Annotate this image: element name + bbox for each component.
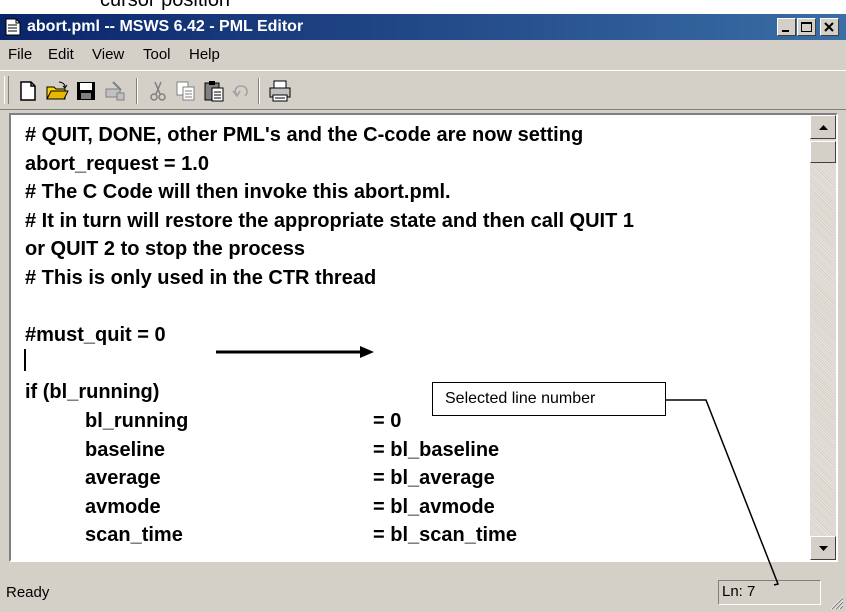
code-line: # QUIT, DONE, other PML's and the C-code… [25, 124, 584, 146]
document-icon [5, 18, 21, 36]
code-line: average = bl_average [85, 467, 495, 490]
status-bar: Ready Ln: 7 [0, 574, 846, 612]
scroll-down-button[interactable] [810, 536, 836, 560]
toolbar-separator [258, 78, 260, 104]
print-setup-icon[interactable] [103, 79, 127, 103]
save-icon[interactable] [74, 79, 98, 103]
code-line: avmode = bl_avmode [85, 495, 495, 518]
status-text: Ready [6, 584, 50, 601]
code-line: # This is only used in the CTR thread [25, 266, 377, 289]
maximize-button[interactable] [797, 18, 816, 36]
editor-window: abort.pml -- MSWS 6.42 - PML Editor File… [0, 14, 846, 612]
menu-file[interactable]: File [8, 46, 32, 63]
title-bar[interactable]: abort.pml -- MSWS 6.42 - PML Editor [0, 14, 846, 40]
minimize-button[interactable] [777, 18, 796, 36]
open-icon[interactable] [45, 79, 69, 103]
caption-cursor-position: cursor position [100, 0, 231, 11]
resize-grip-icon[interactable] [828, 594, 844, 610]
selected-line-callout: Selected line number [432, 382, 666, 416]
scroll-thumb[interactable] [810, 141, 836, 163]
code-text[interactable]: # QUIT, DONE, other PML's and the C-code… [25, 121, 634, 550]
code-line: or QUIT 2 to stop the process [25, 238, 306, 261]
arrow-up-icon [819, 125, 828, 130]
arrow-down-icon [819, 546, 828, 551]
menu-edit[interactable]: Edit [48, 46, 74, 63]
vertical-scrollbar[interactable] [810, 115, 836, 560]
code-line: # It in turn will restore the appropriat… [25, 209, 635, 232]
print-icon[interactable] [268, 79, 292, 103]
cut-icon[interactable] [146, 79, 170, 103]
toolbar [0, 70, 846, 110]
line-number-indicator: Ln: 7 [718, 580, 821, 605]
code-line-cursor: #must_quit = 0 [25, 324, 166, 347]
new-icon[interactable] [16, 79, 40, 103]
code-line: abort_request = 1.0 [25, 152, 209, 175]
minimize-icon [782, 30, 789, 32]
close-icon [824, 22, 834, 32]
menu-view[interactable]: View [92, 46, 124, 63]
menu-help[interactable]: Help [189, 46, 220, 63]
toolbar-grip[interactable] [4, 76, 9, 104]
window-title: abort.pml -- MSWS 6.42 - PML Editor [27, 18, 304, 35]
code-editor[interactable]: # QUIT, DONE, other PML's and the C-code… [9, 113, 838, 562]
maximize-icon [801, 22, 812, 32]
menu-tool[interactable]: Tool [143, 46, 171, 63]
scroll-up-button[interactable] [810, 115, 836, 139]
toolbar-separator [136, 78, 138, 104]
paste-icon[interactable] [202, 79, 226, 103]
menu-bar: File Edit View Tool Help [0, 41, 846, 69]
undo-icon[interactable] [230, 79, 254, 103]
close-button[interactable] [820, 18, 839, 36]
code-line: # The C Code will then invoke this abort… [25, 181, 451, 204]
copy-icon[interactable] [174, 79, 198, 103]
code-line: scan_time = bl_scan_time [85, 524, 517, 547]
code-line: baseline = bl_baseline [85, 438, 500, 461]
text-cursor [24, 349, 26, 371]
